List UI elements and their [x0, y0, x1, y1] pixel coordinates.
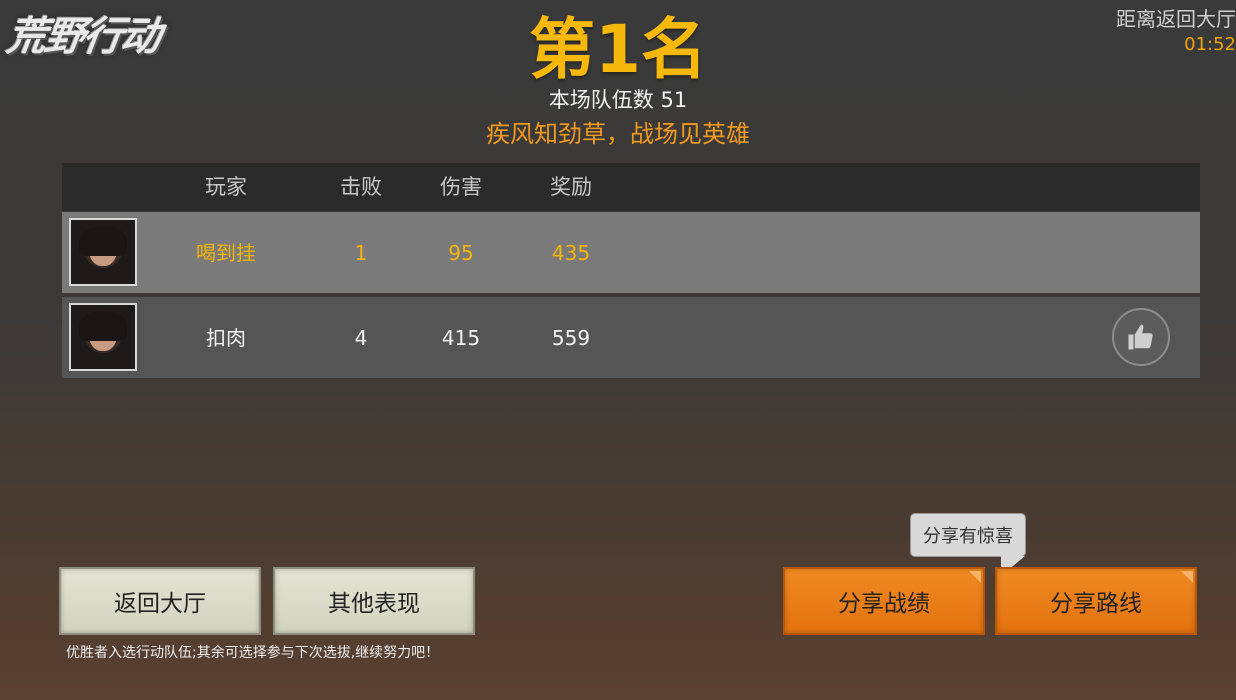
player-reward: 559	[551, 326, 591, 350]
back-to-lobby-button[interactable]: 返回大厅	[59, 567, 261, 635]
header-reward: 奖励	[550, 175, 592, 199]
table-row: 喝到挂 1 95 435	[62, 212, 1200, 293]
slogan: 疾风知劲草，战场见英雄	[486, 120, 750, 148]
player-avatar[interactable]	[69, 303, 137, 371]
player-kills: 4	[354, 326, 368, 350]
results-table: 玩家 击败 伤害 奖励 喝到挂 1 95 435 扣肉 4 415 559	[62, 163, 1200, 378]
like-button[interactable]	[1112, 308, 1170, 366]
rank-title: 第1名	[529, 11, 707, 88]
table-row: 扣肉 4 415 559	[62, 297, 1200, 378]
share-tooltip: 分享有惊喜	[910, 513, 1026, 576]
footer-note: 优胜者入选行动队伍;其余可选择参与下次选拔,继续努力吧！	[66, 645, 440, 661]
share-record-button[interactable]: 分享战绩	[783, 567, 985, 635]
other-performance-button[interactable]: 其他表现	[273, 567, 475, 635]
thumbs-up-icon	[1128, 324, 1153, 350]
player-name: 喝到挂	[196, 241, 256, 265]
team-count: 本场队伍数 51	[548, 88, 688, 112]
table-header: 玩家 击败 伤害 奖励	[62, 163, 1200, 211]
player-name: 扣肉	[206, 326, 246, 350]
player-reward: 435	[551, 241, 591, 265]
player-avatar[interactable]	[69, 218, 137, 286]
player-kills: 1	[354, 241, 368, 265]
header-player: 玩家	[205, 175, 247, 199]
share-route-button[interactable]: 分享路线	[995, 567, 1197, 635]
player-damage: 95	[448, 241, 474, 265]
header-damage: 伤害	[440, 175, 482, 199]
header-kills: 击败	[340, 175, 382, 199]
player-damage: 415	[441, 326, 481, 350]
